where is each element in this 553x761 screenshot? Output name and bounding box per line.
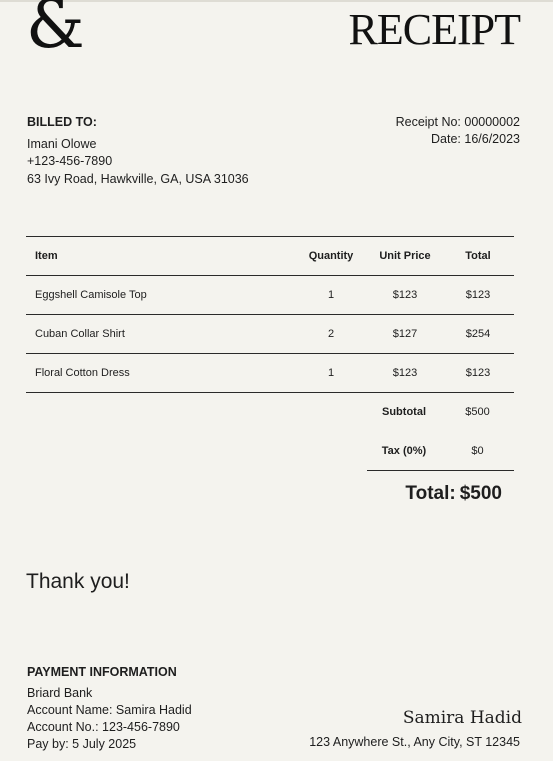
header-item: Item [35,250,58,262]
company-address: 123 Anywhere St., Any City, ST 12345 [309,735,520,749]
row-unit-price: $127 [392,328,418,340]
row-item: Eggshell Camisole Top [35,289,147,301]
subtotal-label: Subtotal [382,406,426,418]
thank-you-text: Thank you! [26,570,130,593]
table-row: Floral Cotton Dress 1 $123 $123 [26,354,514,393]
row-total: $123 [465,289,491,301]
ampersand-logo: & [26,0,85,63]
tax-value: $0 [471,445,484,457]
row-quantity: 1 [327,289,335,301]
receipt-title: RECEIPT [348,5,521,54]
billed-to-phone: +123-456-7890 [27,154,113,168]
table-row: Cuban Collar Shirt 2 $127 $254 [26,315,514,354]
subtotal-value: $500 [465,406,490,418]
grand-total-value: $500 [459,483,502,504]
payment-account-number: Account No.: 123-456-7890 [27,720,180,734]
grand-total: Total: $500 [405,483,502,505]
subtotal-row: Subtotal $500 [367,393,514,431]
grand-total-label: Total: [405,483,456,504]
tax-row: Tax (0%) $0 [367,432,514,471]
row-item: Cuban Collar Shirt [35,328,125,340]
header-unit-price: Unit Price [379,250,431,262]
payment-pay-by: Pay by: 5 July 2025 [27,737,137,751]
payment-bank: Briard Bank [27,686,93,700]
table-row: Eggshell Camisole Top 1 $123 $123 [26,276,514,315]
payment-heading: PAYMENT INFORMATION [27,665,177,679]
billed-to-name: Imani Olowe [27,136,97,151]
payment-info-block: PAYMENT INFORMATION Briard Bank Account … [27,664,192,753]
tax-label: Tax (0%) [381,445,427,457]
billed-to-address: 63 Ivy Road, Hawkville, GA, USA 31036 [27,171,249,186]
billed-to-heading: BILLED TO: [27,115,97,129]
receipt-meta: Receipt No: 00000002 Date: 16/6/2023 [396,114,520,148]
row-quantity: 1 [327,367,335,379]
receipt-date: Date: 16/6/2023 [431,132,520,146]
row-total: $254 [465,328,491,340]
row-item: Floral Cotton Dress [35,367,130,379]
payment-account-name: Account Name: Samira Hadid [27,703,192,717]
items-table: Item Quantity Unit Price Total Eggshell … [26,236,514,393]
signature-name: Samira Hadid [402,708,522,728]
header-total: Total [465,250,491,262]
receipt-number: Receipt No: 00000002 [395,115,520,129]
header-quantity: Quantity [308,250,354,262]
row-quantity: 2 [327,328,335,340]
row-unit-price: $123 [392,289,418,301]
row-total: $123 [465,367,491,379]
table-header-row: Item Quantity Unit Price Total [26,237,514,276]
row-unit-price: $123 [392,367,418,379]
billed-to-block: BILLED TO: Imani Olowe +123-456-7890 63 … [27,114,249,188]
